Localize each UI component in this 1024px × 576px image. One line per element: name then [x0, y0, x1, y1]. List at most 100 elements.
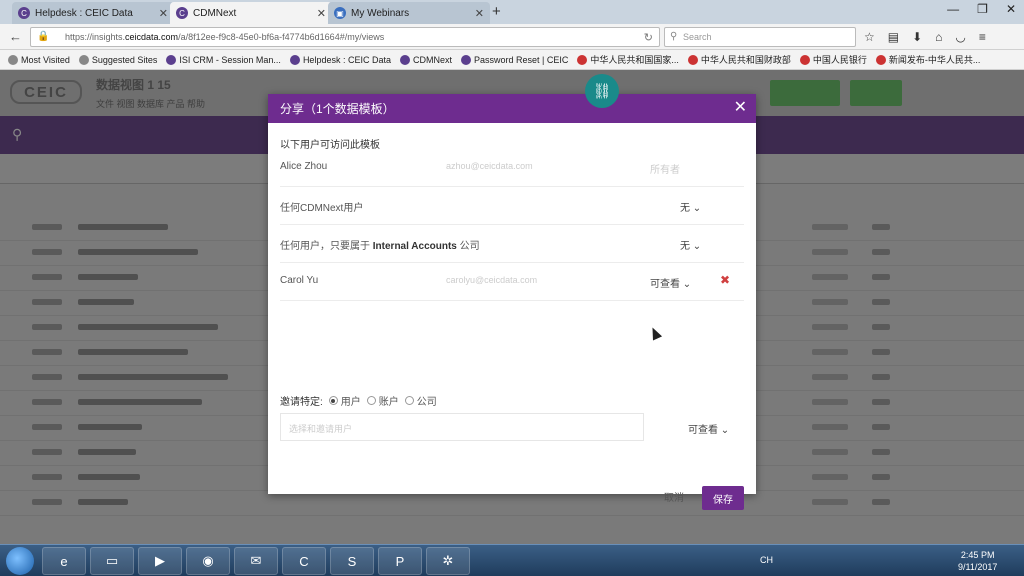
- browser-tab-helpdesk[interactable]: C Helpdesk : CEIC Data ✕: [12, 2, 174, 24]
- home-icon[interactable]: ⌂: [935, 30, 942, 44]
- dialog-header: 分享（1个数据模板） ✕: [268, 94, 756, 123]
- bookmark-item[interactable]: 中华人民共和国国家...: [577, 53, 679, 66]
- dialog-title: 分享（1个数据模板）: [280, 102, 395, 116]
- windows-taskbar: e ▭ ▶ ◉ ✉ C S P ✲ CH 2:45 PM 9/11/2017: [0, 544, 1024, 576]
- start-button[interactable]: [6, 547, 34, 575]
- address-bar[interactable]: 🔒 https://insights. ceicdata.com/a/8f12ee…: [30, 27, 660, 47]
- bookmark-item[interactable]: CDMNext: [399, 54, 452, 65]
- save-button[interactable]: 保存: [702, 486, 744, 510]
- row-cell: [32, 399, 62, 405]
- row-cell: [812, 224, 848, 230]
- share-dialog: 分享（1个数据模板） ✕ 以下用户可访问此模板 Alice Zhou azhou…: [268, 94, 756, 510]
- close-tab-icon[interactable]: ✕: [475, 7, 484, 20]
- folder-icon: [78, 54, 89, 65]
- radio-user[interactable]: 用户: [328, 393, 361, 408]
- invite-user-input[interactable]: 选择和邀请用户: [280, 413, 644, 441]
- user-row-company: 任何用户，只要属于 Internal Accounts 公司 无 ⌄: [280, 225, 744, 263]
- row-cell: [812, 424, 848, 430]
- remove-user-icon[interactable]: ✖: [720, 273, 730, 287]
- close-icon[interactable]: ✕: [734, 99, 747, 117]
- settings-taskbar-icon[interactable]: ✲: [426, 547, 470, 575]
- language-indicator[interactable]: CH: [760, 555, 773, 565]
- minimize-icon[interactable]: —: [947, 2, 959, 16]
- close-tab-icon[interactable]: ✕: [317, 7, 326, 20]
- row-cell: [872, 399, 890, 405]
- user-row-owner: Alice Zhou azhou@ceicdata.com 所有者: [280, 149, 744, 187]
- user-name: Alice Zhou: [280, 161, 328, 172]
- download-icon[interactable]: ⬇: [912, 30, 922, 44]
- ceic-taskbar-icon[interactable]: C: [282, 547, 326, 575]
- outlook-taskbar-icon[interactable]: ✉: [234, 547, 278, 575]
- row-cell: [872, 424, 890, 430]
- reload-icon[interactable]: ↻: [644, 31, 653, 44]
- row-cell: [78, 374, 228, 380]
- bookmarks-bar: Most Visited Suggested Sites ISI CRM - S…: [0, 50, 1024, 70]
- row-cell: [872, 374, 890, 380]
- radio-company[interactable]: 公司: [404, 393, 437, 408]
- ceic-favicon-icon: C: [176, 7, 188, 19]
- firefox-taskbar-icon[interactable]: ◉: [186, 547, 230, 575]
- bookmark-item[interactable]: 中国人民银行: [799, 53, 867, 66]
- radio-account[interactable]: 账户: [366, 393, 399, 408]
- share-link-icon[interactable]: ⛓: [585, 74, 619, 108]
- bookmark-item[interactable]: 中华人民共和国财政部: [687, 53, 791, 66]
- permission-dropdown[interactable]: 无 ⌄: [680, 237, 701, 252]
- url-domain: ceicdata.com: [125, 32, 179, 42]
- browser-tab-cdmnext[interactable]: C CDMNext ✕: [170, 2, 332, 24]
- header-action-button[interactable]: [770, 80, 840, 106]
- close-tab-icon[interactable]: ✕: [159, 7, 168, 20]
- back-arrow-icon[interactable]: ←: [9, 29, 22, 44]
- ceic-favicon-icon: C: [18, 7, 30, 19]
- tab-title: My Webinars: [351, 7, 410, 19]
- permission-dropdown[interactable]: 可查看 ⌄: [650, 275, 691, 290]
- close-window-icon[interactable]: ✕: [1006, 2, 1016, 16]
- row-cell: [78, 299, 134, 305]
- ceic-favicon-icon: [289, 54, 300, 65]
- row-cell: [32, 424, 62, 430]
- folder-icon: [8, 54, 18, 65]
- taskbar-clock[interactable]: 2:45 PM 9/11/2017: [958, 549, 997, 573]
- row-cell: [812, 449, 848, 455]
- row-cell: [872, 249, 890, 255]
- browser-tab-webinars[interactable]: ▣ My Webinars ✕: [328, 2, 490, 24]
- row-cell: [872, 449, 890, 455]
- skype-taskbar-icon[interactable]: S: [330, 547, 374, 575]
- page-icon: [875, 54, 886, 65]
- row-cell: [812, 349, 848, 355]
- bookmark-item[interactable]: Most Visited: [8, 54, 70, 65]
- permission-dropdown[interactable]: 无 ⌄: [680, 199, 701, 214]
- new-tab-button[interactable]: +: [492, 3, 501, 20]
- row-cell: [78, 399, 202, 405]
- row-cell: [32, 499, 62, 505]
- bookmark-item[interactable]: ISI CRM - Session Man...: [166, 54, 281, 65]
- powerpoint-taskbar-icon[interactable]: P: [378, 547, 422, 575]
- ie-taskbar-icon[interactable]: e: [42, 547, 86, 575]
- reading-list-icon[interactable]: ▤: [888, 30, 899, 44]
- row-cell: [78, 324, 218, 330]
- row-cell: [32, 224, 62, 230]
- row-cell: [32, 299, 62, 305]
- bookmark-star-icon[interactable]: ☆: [864, 30, 875, 44]
- menu-icon[interactable]: ≡: [979, 30, 986, 44]
- bookmark-item[interactable]: Suggested Sites: [78, 54, 157, 65]
- restore-icon[interactable]: ❐: [977, 2, 988, 16]
- media-player-taskbar-icon[interactable]: ▶: [138, 547, 182, 575]
- invite-placeholder: 选择和邀请用户: [289, 424, 353, 434]
- row-cell: [78, 349, 188, 355]
- row-cell: [872, 224, 890, 230]
- row-cell: [78, 424, 142, 430]
- explorer-taskbar-icon[interactable]: ▭: [90, 547, 134, 575]
- company-name: Internal Accounts: [372, 241, 457, 252]
- header-action-button[interactable]: [850, 80, 902, 106]
- row-cell: [32, 324, 62, 330]
- user-email: azhou@ceicdata.com: [446, 161, 533, 171]
- bookmark-item[interactable]: Password Reset | CEIC: [461, 54, 568, 65]
- pocket-icon[interactable]: ◡: [955, 30, 965, 44]
- search-input[interactable]: ⚲ Search: [664, 27, 856, 47]
- bookmark-item[interactable]: Helpdesk : CEIC Data: [289, 54, 391, 65]
- bookmark-item[interactable]: 新闻发布-中华人民共...: [875, 53, 980, 66]
- invite-permission-dropdown[interactable]: 可查看 ⌄: [688, 421, 729, 436]
- row-cell: [812, 474, 848, 480]
- cancel-button[interactable]: 取消: [664, 489, 684, 504]
- row-cell: [78, 449, 136, 455]
